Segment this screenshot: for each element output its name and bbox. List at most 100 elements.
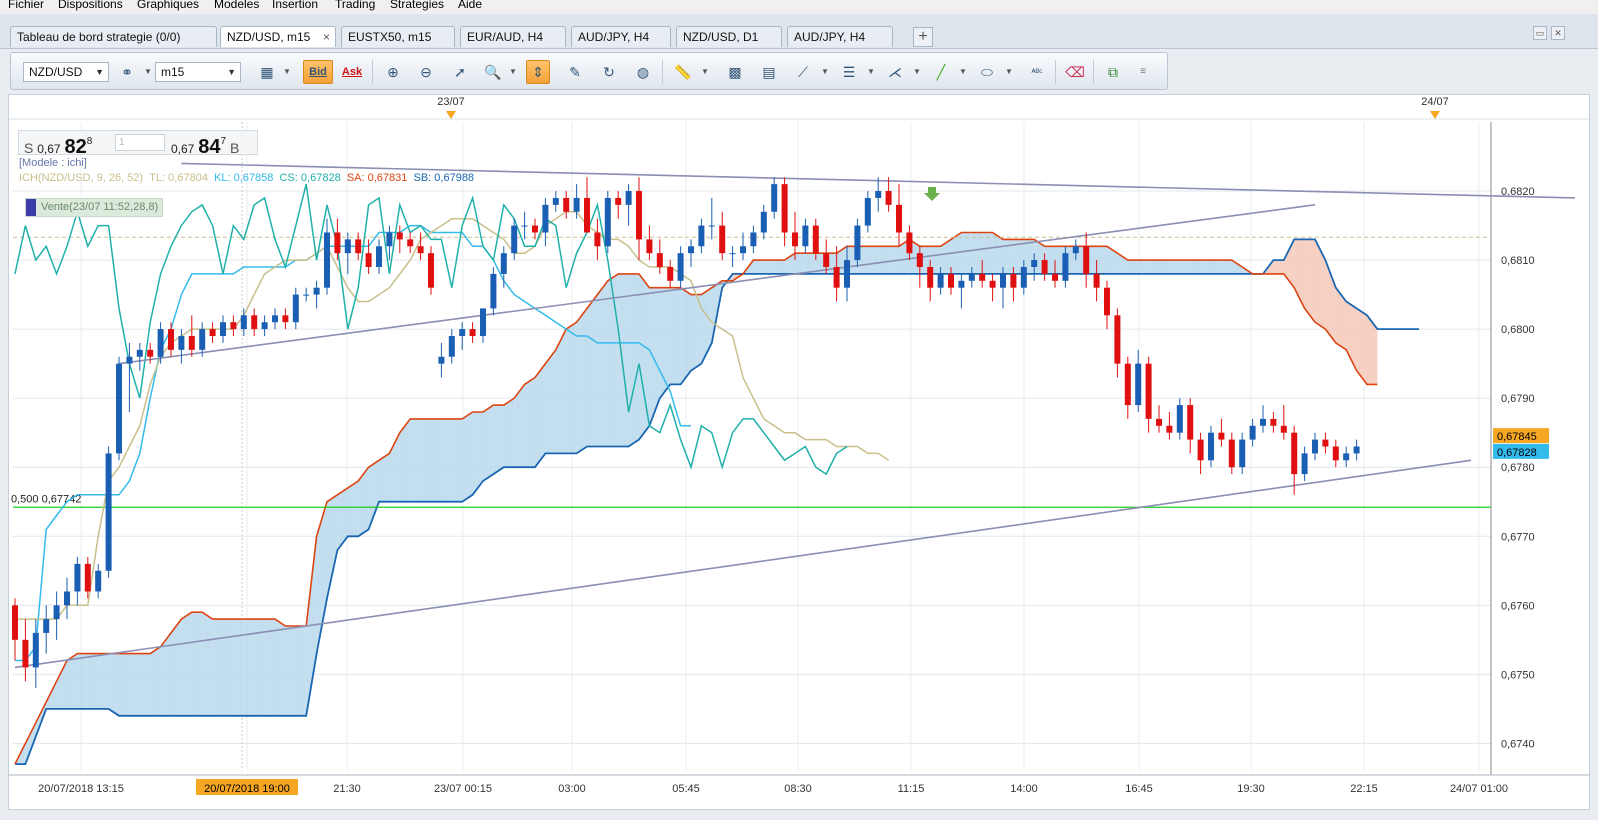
chevron-down-icon[interactable]: ▼ xyxy=(509,67,517,76)
menu-trading[interactable]: Trading xyxy=(335,0,375,11)
candle-body xyxy=(1228,439,1235,468)
edit-chart-icon[interactable]: ✎ xyxy=(563,60,587,84)
ichimoku-cloud-segment xyxy=(119,653,130,716)
ichimoku-cloud-segment xyxy=(1169,260,1180,274)
ichimoku-cloud-segment xyxy=(1231,260,1243,274)
auto-scroll-icon[interactable]: ⇕ xyxy=(526,60,550,84)
candle-body xyxy=(1114,315,1121,364)
chevron-down-icon[interactable]: ▼ xyxy=(1005,67,1013,76)
candle-body xyxy=(1332,446,1339,461)
menu-bar: Fichier Dispositions Graphiques Modeles … xyxy=(0,0,1598,14)
tab-nzdusd-d1[interactable]: NZD/USD, D1 xyxy=(676,26,782,47)
chevron-down-icon[interactable]: ▼ xyxy=(913,67,921,76)
tab-audjpy-h4[interactable]: AUD/JPY, H4 xyxy=(571,26,671,47)
bid-button[interactable]: Bid xyxy=(303,60,333,84)
ruler-icon[interactable]: 📏 xyxy=(671,60,695,84)
candle-body xyxy=(760,211,767,233)
text-tool-icon[interactable]: ᴬᴮᶜ xyxy=(1025,60,1049,84)
close-window-icon[interactable]: ✕ xyxy=(1551,26,1565,40)
y-tick-label: 0,6750 xyxy=(1501,669,1535,681)
toolbar-overflow-icon[interactable]: ≡ xyxy=(1131,60,1155,84)
hierarchy-icon[interactable]: ⧉ xyxy=(1101,60,1125,84)
cursor-icon[interactable]: ➚ xyxy=(448,60,472,84)
zoom-in-icon[interactable]: ⊕ xyxy=(381,60,405,84)
sell-prefix: 0,67 xyxy=(37,142,61,156)
date-marker-label: 23/07 xyxy=(437,96,465,108)
sell-big: 82 xyxy=(64,136,87,158)
x-tick-label: 21:30 xyxy=(333,783,361,795)
chevron-down-icon[interactable]: ▼ xyxy=(867,67,875,76)
candle-body xyxy=(927,266,934,288)
template-icon[interactable]: ▤ xyxy=(757,60,781,84)
ask-button[interactable]: Ask xyxy=(337,60,367,84)
menu-dispositions[interactable]: Dispositions xyxy=(58,0,123,11)
image-icon[interactable]: ▩ xyxy=(723,60,747,84)
candle-body xyxy=(584,197,590,233)
window-strip xyxy=(0,14,1598,24)
menu-fichier[interactable]: Fichier xyxy=(8,0,44,11)
chart-type-icon[interactable]: ▦ xyxy=(255,60,279,84)
chevron-down-icon[interactable]: ▼ xyxy=(821,67,829,76)
tab-eustx50-m15[interactable]: EUSTX50, m15 xyxy=(341,26,455,47)
tab-nzdusd-m15[interactable]: NZD/USD, m15 × xyxy=(220,26,336,47)
ichimoku-name: ICH(NZD/USD, 9, 26, 52) xyxy=(19,172,144,184)
zoom-area-icon[interactable]: 🔍 xyxy=(481,60,505,84)
tab-tableau-de-bord[interactable]: Tableau de bord strategie (0/0) xyxy=(10,26,217,47)
menu-graphiques[interactable]: Graphiques xyxy=(137,0,199,11)
candle-body xyxy=(1187,405,1194,440)
ichimoku-cloud-segment xyxy=(77,653,88,709)
ellipse-tool-icon[interactable]: ⬭ xyxy=(975,60,999,84)
candle-body xyxy=(594,232,601,247)
ichimoku-cloud-segment xyxy=(191,612,203,716)
channel-tool-icon[interactable]: ☰ xyxy=(837,60,861,84)
menu-strategies[interactable]: Strategies xyxy=(390,0,444,11)
tab-audjpy-h4-2[interactable]: AUD/JPY, H4 xyxy=(787,26,893,47)
zoom-out-icon[interactable]: ⊖ xyxy=(414,60,438,84)
price-chart[interactable]: 0,6740 0,6750 0,6760 0,6770 0,6780 0,6790 0,68… xyxy=(9,95,1589,809)
ichimoku-cloud-segment xyxy=(1221,260,1232,274)
fan-tool-icon[interactable]: ⋌ xyxy=(883,60,907,84)
trendline-tool-icon[interactable]: ⟋ xyxy=(791,60,815,84)
line-tool-icon[interactable]: ╱ xyxy=(929,60,953,84)
chevron-down-icon[interactable]: ▼ xyxy=(959,67,967,76)
candle-body xyxy=(1135,363,1142,406)
y-tick-label: 0,6810 xyxy=(1501,255,1535,267)
sell-signal-badge[interactable]: Vente(23/07 11:52,28,8) xyxy=(25,198,164,217)
menu-aide[interactable]: Aide xyxy=(458,0,482,11)
chart-panel[interactable]: 0,6740 0,6750 0,6760 0,6770 0,6780 0,6790 0,68… xyxy=(8,94,1590,810)
tab-euraud-h4[interactable]: EUR/AUD, H4 xyxy=(460,26,566,47)
link-icon[interactable]: ⚭ xyxy=(115,60,139,84)
globe-icon[interactable]: ◍ xyxy=(631,60,655,84)
chevron-down-icon[interactable]: ▼ xyxy=(701,67,709,76)
menu-insertion[interactable]: Insertion xyxy=(272,0,318,11)
ichimoku-cloud-segment xyxy=(961,232,972,274)
refresh-icon[interactable]: ↻ xyxy=(597,60,621,84)
buy-quote[interactable]: 0,67 847 B xyxy=(171,136,239,159)
candle-body xyxy=(948,273,954,288)
eraser-icon[interactable]: ⌫ xyxy=(1063,60,1087,84)
chevron-down-icon[interactable]: ▼ xyxy=(144,67,152,76)
ichimoku-cloud-segment xyxy=(67,653,78,709)
menu-modeles[interactable]: Modeles xyxy=(214,0,259,11)
symbol-select[interactable]: NZD/USD ▼ xyxy=(23,62,109,82)
chevron-down-icon[interactable]: ▼ xyxy=(283,67,291,76)
candle-body xyxy=(1312,439,1318,454)
ichimoku-cloud-segment xyxy=(212,619,223,716)
close-icon[interactable]: × xyxy=(323,27,330,47)
trendline xyxy=(14,459,1472,669)
x-tick-label: 05:45 xyxy=(672,783,700,795)
restore-window-icon[interactable]: ▭ xyxy=(1533,26,1547,40)
ichimoku-cloud-segment xyxy=(867,246,879,274)
candle-body xyxy=(1083,246,1090,274)
sell-quote[interactable]: S 0,67 828 xyxy=(24,136,92,159)
buy-sup: 7 xyxy=(220,136,227,147)
x-tick-label: 24/07 01:00 xyxy=(1450,783,1508,795)
tab-label: AUD/JPY, H4 xyxy=(794,30,866,44)
timeframe-select[interactable]: m15 ▼ xyxy=(155,62,241,82)
amount-input[interactable]: 1 xyxy=(115,134,165,151)
add-tab-button[interactable]: + xyxy=(913,27,933,47)
ichimoku-cloud-segment xyxy=(535,363,546,468)
candle-body xyxy=(313,287,320,295)
candle-body xyxy=(84,563,91,592)
tab-label: EUR/AUD, H4 xyxy=(467,30,544,44)
